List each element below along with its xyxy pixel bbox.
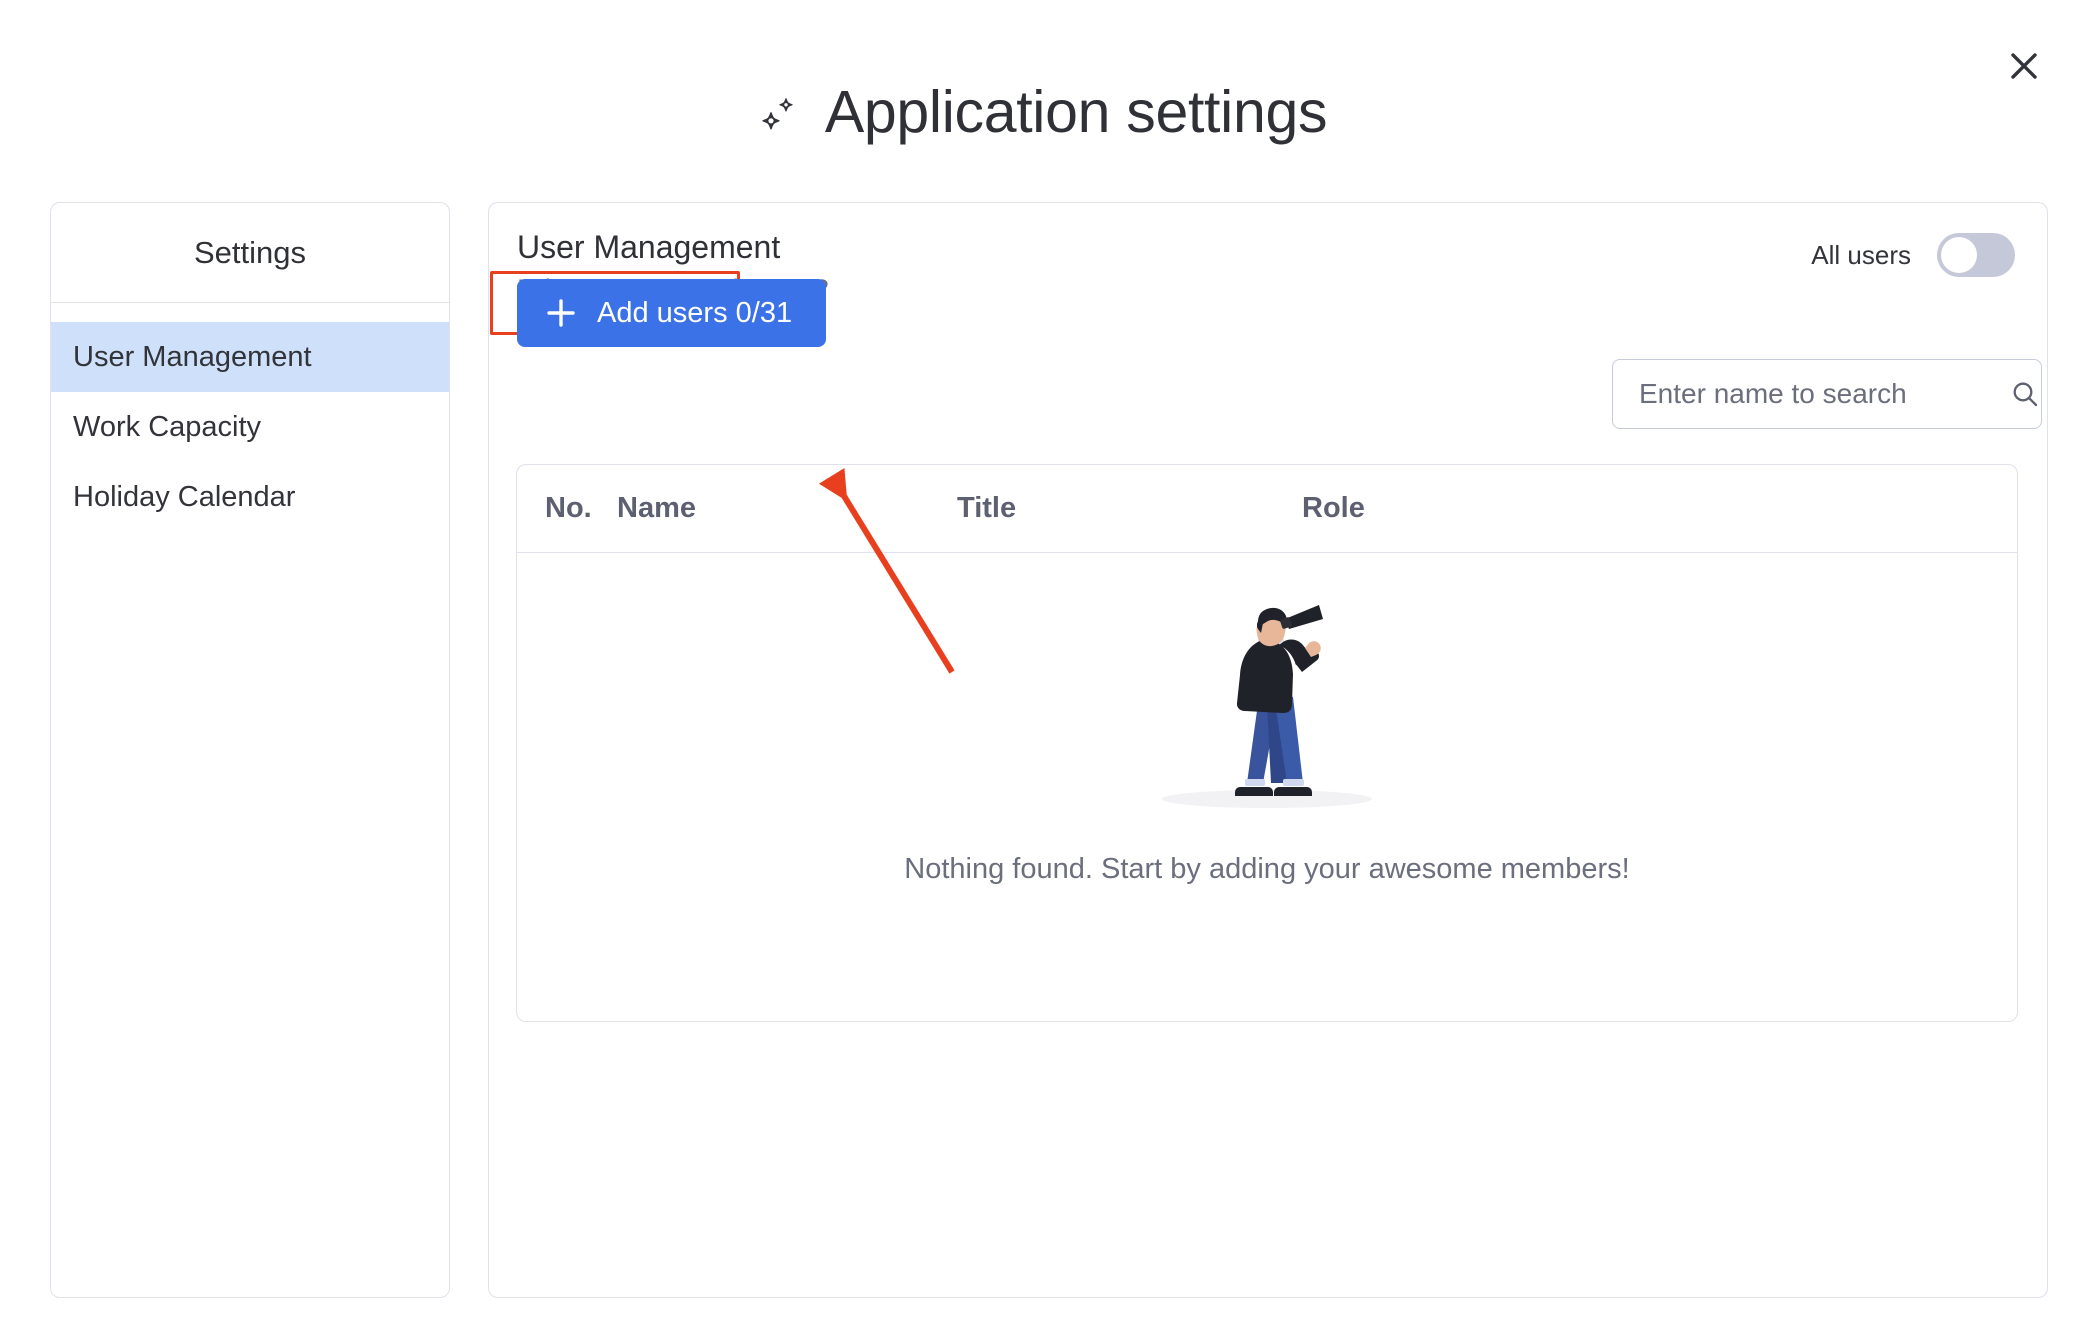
sidebar-item-holiday-calendar[interactable]: Holiday Calendar xyxy=(51,462,449,532)
sidebar-item-label: Holiday Calendar xyxy=(73,480,296,513)
sparkle-icon xyxy=(751,86,807,142)
page-title: Application settings xyxy=(0,78,2078,156)
settings-sidebar: Settings User Management Work Capacity H… xyxy=(50,202,450,1298)
table-column-role: Role xyxy=(1302,492,1365,524)
table-body: Nothing found. Start by adding your awes… xyxy=(517,553,2017,1021)
panel-title: User Management xyxy=(517,229,781,265)
sidebar-header: Settings xyxy=(51,203,449,303)
toggle-knob xyxy=(1941,237,1977,273)
add-users-button-label: Add users 0/31 xyxy=(597,296,793,329)
sidebar-item-label: Work Capacity xyxy=(73,410,262,443)
table-header-row: No. Name Title Role xyxy=(517,465,2017,553)
sidebar-item-label: User Management xyxy=(73,340,312,373)
all-users-toggle[interactable] xyxy=(1937,233,2015,277)
user-management-panel: User Management Who can access the app? … xyxy=(488,202,2048,1298)
empty-state-message: Nothing found. Start by adding your awes… xyxy=(904,853,1630,885)
sidebar-list: User Management Work Capacity Holiday Ca… xyxy=(51,303,449,532)
table-column-title: Title xyxy=(957,492,1017,524)
search-input[interactable] xyxy=(1639,378,2000,410)
table-column-no: No. xyxy=(545,492,592,524)
application-settings-dialog: Application settings Settings User Manag… xyxy=(0,0,2078,1320)
users-table: No. Name Title Role Nothing found. Start… xyxy=(516,464,2018,1022)
page-title-text: Application settings xyxy=(824,79,1328,145)
table-column-name: Name xyxy=(617,492,696,524)
search-icon[interactable] xyxy=(2010,379,2040,409)
sidebar-item-user-management[interactable]: User Management xyxy=(51,322,449,392)
search-box[interactable] xyxy=(1612,359,2042,429)
person-with-telescope-illustration xyxy=(1127,593,1407,823)
all-users-label: All users xyxy=(1811,239,1911,270)
all-users-control: All users xyxy=(1811,233,2015,277)
add-users-button[interactable]: Add users 0/31 xyxy=(517,279,827,347)
sidebar-item-work-capacity[interactable]: Work Capacity xyxy=(51,392,449,462)
plus-icon xyxy=(545,297,577,329)
